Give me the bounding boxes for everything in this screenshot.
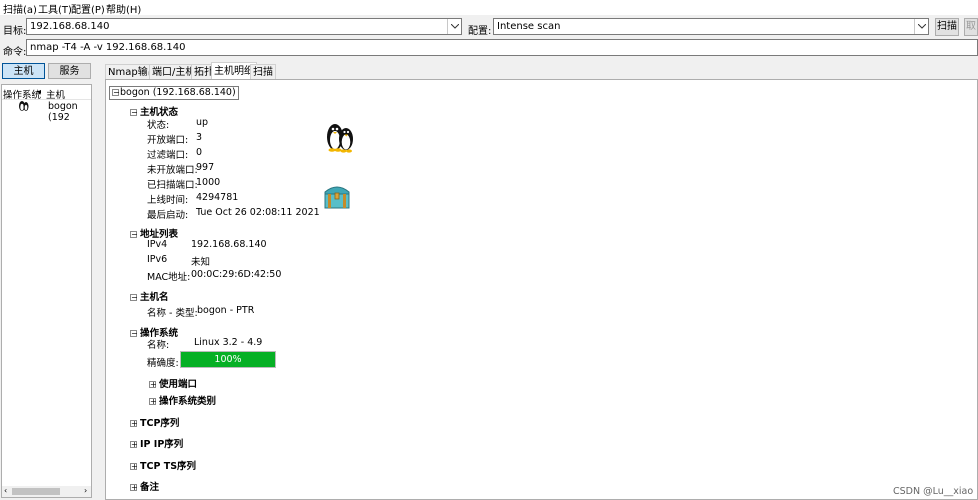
collapse-icon[interactable]: − <box>112 89 120 97</box>
expand-icon[interactable]: + <box>130 441 138 449</box>
scroll-left-icon[interactable]: ‹ <box>4 486 7 495</box>
closed-ports-value: 997 <box>196 162 215 173</box>
expand-icon[interactable]: + <box>130 484 138 492</box>
profile-value: Intense scan <box>497 21 561 32</box>
section-hostnames[interactable]: − 主机名 <box>130 289 169 303</box>
host-title[interactable]: −bogon (192.168.68.140) <box>109 86 239 100</box>
scan-button[interactable]: 扫描 <box>935 18 959 36</box>
section-ports-used[interactable]: + 使用端口 <box>149 376 197 390</box>
collapse-icon[interactable]: − <box>130 109 138 117</box>
chevron-down-icon[interactable] <box>447 19 461 34</box>
status-value: up <box>196 117 209 128</box>
status-label: 状态: <box>147 120 170 131</box>
command-value: nmap -T4 -A -v 192.168.68.140 <box>30 42 186 53</box>
command-label: 命令: <box>3 47 27 58</box>
profile-label: 配置: <box>468 26 492 37</box>
section-tcp-ts-sequence[interactable]: + TCP TS序列 <box>130 458 196 472</box>
os-name-value: Linux 3.2 - 4.9 <box>194 337 263 348</box>
expand-icon[interactable]: + <box>149 381 157 389</box>
closed-ports-label: 未开放端口: <box>147 165 198 176</box>
expand-icon[interactable]: + <box>149 398 157 406</box>
ipv4-value: 192.168.68.140 <box>191 239 267 250</box>
menu-profile[interactable]: 配置(P) <box>71 1 105 16</box>
target-label: 目标: <box>3 26 27 37</box>
cancel-button[interactable]: 取消 <box>964 18 978 36</box>
host-title-text: bogon (192.168.68.140) <box>120 87 236 98</box>
accuracy-value: 100% <box>214 354 242 365</box>
services-tab-button[interactable]: 服务 <box>48 63 91 79</box>
sort-left-icon: ◂ <box>37 87 42 96</box>
menu-help[interactable]: 帮助(H) <box>106 1 141 16</box>
mac-value: 00:0C:29:6D:42:50 <box>191 269 282 280</box>
os-name-label: 名称: <box>147 340 170 351</box>
section-ip-sequence[interactable]: + IP IP序列 <box>130 436 183 450</box>
uptime-value: 4294781 <box>196 192 239 203</box>
section-comments[interactable]: + 备注 <box>130 479 159 493</box>
linux-os-icon <box>18 100 29 115</box>
filtered-ports-value: 0 <box>196 147 203 158</box>
section-host-status[interactable]: − 主机状态 <box>130 104 178 118</box>
filtered-ports-label: 过滤端口: <box>147 150 189 161</box>
collapse-icon[interactable]: − <box>130 330 138 338</box>
ipv6-label: IPv6 <box>147 254 168 265</box>
column-host[interactable]: 主机 <box>46 87 65 101</box>
last-boot-value: Tue Oct 26 02:08:11 2021 <box>196 207 320 218</box>
mac-label: MAC地址: <box>147 272 191 283</box>
hosts-tab-button[interactable]: 主机 <box>2 63 45 79</box>
tab-scans[interactable]: 扫描 <box>250 64 276 79</box>
open-ports-label: 开放端口: <box>147 135 189 146</box>
target-combo[interactable]: 192.168.68.140 <box>26 18 462 35</box>
expand-icon[interactable]: + <box>130 420 138 428</box>
host-name: bogon (192 <box>48 101 78 123</box>
treasure-chest-icon <box>322 182 352 213</box>
expand-icon[interactable]: + <box>130 463 138 471</box>
open-ports-value: 3 <box>196 132 203 143</box>
ipv4-label: IPv4 <box>147 239 168 250</box>
hostname-type-label: 名称 - 类型: <box>147 308 198 319</box>
collapse-icon[interactable]: − <box>130 231 138 239</box>
watermark: CSDN @Lu__xiao <box>893 486 974 497</box>
accuracy-progress-bar: 100% <box>180 351 276 368</box>
section-os-classes[interactable]: + 操作系统类别 <box>149 393 216 407</box>
os-accuracy-label: 精确度: <box>147 358 179 369</box>
column-os[interactable]: 操作系统 <box>3 87 41 101</box>
command-input[interactable]: nmap -T4 -A -v 192.168.68.140 <box>26 39 978 56</box>
section-addresses[interactable]: − 地址列表 <box>130 226 178 240</box>
menu-bar: 扫描(a) 工具(T) 配置(P) 帮助(H) <box>0 0 978 16</box>
hostname-type-value: bogon - PTR <box>197 305 255 316</box>
host-details-panel: −bogon (192.168.68.140) − 主机状态 状态: up 开放端… <box>105 79 978 500</box>
host-row[interactable]: bogon (192 <box>2 100 91 123</box>
linux-penguin-icon <box>323 120 357 157</box>
scroll-right-icon[interactable]: › <box>84 486 87 495</box>
profile-combo[interactable]: Intense scan <box>493 18 929 35</box>
collapse-icon[interactable]: − <box>130 294 138 302</box>
chevron-down-icon[interactable] <box>914 19 928 34</box>
target-value: 192.168.68.140 <box>30 21 110 32</box>
uptime-label: 上线时间: <box>147 195 189 206</box>
horizontal-scrollbar[interactable]: ‹ › <box>2 486 91 497</box>
host-list: 操作系统 ◂ 主机 bogon (192 <box>1 84 92 498</box>
menu-scan[interactable]: 扫描(a) <box>3 1 37 16</box>
ipv6-value: 未知 <box>191 257 211 268</box>
scanned-ports-value: 1000 <box>196 177 221 188</box>
scanned-ports-label: 已扫描端口: <box>147 180 198 191</box>
last-boot-label: 最后启动: <box>147 210 189 221</box>
host-list-header: 操作系统 ◂ 主机 <box>2 85 91 101</box>
section-tcp-sequence[interactable]: + TCP序列 <box>130 415 179 429</box>
menu-tools[interactable]: 工具(T) <box>38 1 72 16</box>
scrollbar-thumb[interactable] <box>12 488 60 495</box>
